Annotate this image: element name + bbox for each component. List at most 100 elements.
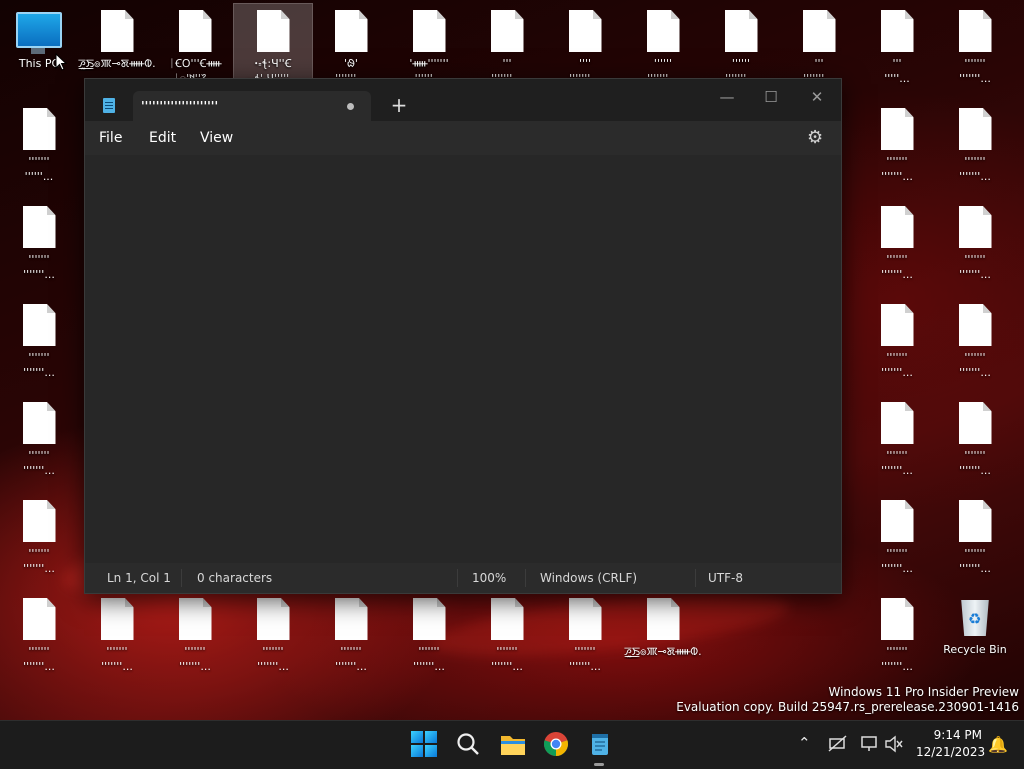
desktop-icon-file[interactable]: ꞌꞌꞌꞌꞌꞌꞌ ꞌꞌꞌꞌꞌꞌꞌ... <box>858 298 936 392</box>
file-icon <box>22 206 56 248</box>
desktop-icon-file[interactable]: ꯍꯨ꯭ꯏ๏ꯄ⊸ꯗᚔᱵ... <box>624 592 702 686</box>
desktop-icon-label: ꞌꞌꞌꞌꞌꞌꞌ ꞌꞌꞌꞌꞌꞌꞌ... <box>881 547 913 575</box>
file-icon <box>880 598 914 640</box>
status-divider <box>525 569 526 587</box>
text-editor-area[interactable] <box>85 155 841 563</box>
encoding[interactable]: UTF-8 <box>708 571 743 585</box>
desktop-icon-file[interactable]: ꞌꞌꞌꞌꞌꞌꞌ ꞌꞌꞌꞌꞌꞌꞌ... <box>936 4 1014 98</box>
file-explorer-button[interactable] <box>499 731 527 759</box>
desktop-icon-label: ꞌꞌꞌꞌꞌꞌꞌ ꞌꞌꞌꞌꞌꞌꞌ... <box>413 645 445 673</box>
menu-view[interactable]: View <box>200 130 233 146</box>
desktop-icon-label: ꞌꞌꞌꞌꞌꞌꞌ ꞌꞌꞌꞌꞌꞌꞌ... <box>959 57 991 85</box>
file-icon <box>568 10 602 52</box>
file-icon <box>880 500 914 542</box>
folder-icon <box>501 736 525 755</box>
desktop-icon-label: ꞌꞌꞌꞌꞌꞌꞌ ꞌꞌꞌꞌꞌꞌꞌ... <box>881 449 913 477</box>
desktop-icon-file[interactable]: ꞌꞌꞌꞌꞌꞌꞌ ꞌꞌꞌꞌꞌꞌꞌ... <box>858 396 936 490</box>
desktop-icon-label: ꞌꞌꞌꞌꞌꞌꞌ ꞌꞌꞌꞌꞌꞌꞌ... <box>23 351 55 379</box>
desktop-icon-file[interactable]: ꞌꞌꞌꞌꞌꞌꞌ ꞌꞌꞌꞌꞌꞌꞌ... <box>858 200 936 294</box>
file-icon <box>958 206 992 248</box>
desktop-icon-this-pc[interactable]: This PC <box>0 4 78 98</box>
menu-file[interactable]: File <box>99 130 122 146</box>
desktop-icon-file[interactable]: ꞌꞌꞌꞌꞌꞌꞌ ꞌꞌꞌꞌꞌꞌꞌ... <box>312 592 390 686</box>
new-tab-button[interactable]: + <box>389 93 409 117</box>
file-icon <box>646 598 680 640</box>
document-tab[interactable]: ꞌꞌꞌꞌꞌꞌꞌꞌꞌꞌꞌꞌꞌꞌꞌꞌꞌꞌꞌꞌꞌ <box>133 91 371 123</box>
file-icon <box>958 108 992 150</box>
system-clock[interactable]: 9:14 PM 12/21/2023 <box>916 727 986 761</box>
recycle-bin-icon: ♻ <box>961 600 989 636</box>
settings-gear-icon[interactable]: ⚙ <box>807 127 823 148</box>
clock-date: 12/21/2023 <box>916 745 986 759</box>
search-button[interactable] <box>455 731 483 759</box>
title-bar[interactable]: ꞌꞌꞌꞌꞌꞌꞌꞌꞌꞌꞌꞌꞌꞌꞌꞌꞌꞌꞌꞌꞌ + — ☐ ✕ <box>85 79 841 123</box>
desktop-icon-file[interactable]: ꞌꞌꞌꞌꞌꞌꞌ ꞌꞌꞌꞌꞌꞌ... <box>0 102 78 196</box>
status-divider <box>457 569 458 587</box>
file-icon <box>880 402 914 444</box>
file-icon <box>880 304 914 346</box>
desktop-icon-label: ꞌꞌꞌꞌꞌꞌꞌ ꞌꞌꞌꞌꞌꞌꞌ... <box>959 253 991 281</box>
desktop-icon-file[interactable]: ꞌꞌꞌꞌꞌꞌꞌ ꞌꞌꞌꞌꞌꞌꞌ... <box>936 200 1014 294</box>
file-icon <box>958 304 992 346</box>
desktop-icon-label: ꞌꞌꞌꞌꞌꞌꞌ ꞌꞌꞌꞌꞌꞌꞌ... <box>23 645 55 673</box>
line-endings[interactable]: Windows (CRLF) <box>540 571 637 585</box>
cursor-position: Ln 1, Col 1 <box>107 571 171 585</box>
minimize-button[interactable]: — <box>707 83 747 111</box>
network-disconnected-icon[interactable] <box>828 735 848 753</box>
notepad-taskbar-button[interactable] <box>587 731 615 759</box>
desktop-icon-file[interactable]: ꞌꞌꞌꞌꞌꞌꞌ ꞌꞌꞌꞌꞌꞌꞌ... <box>858 592 936 686</box>
character-count: 0 characters <box>197 571 273 585</box>
desktop-icon-file[interactable]: ꞌꞌꞌꞌꞌꞌꞌ ꞌꞌꞌꞌꞌꞌꞌ... <box>0 494 78 588</box>
desktop-icon-label: ꯍꯨ꯭ꯏ๏ꯄ⊸ꯗᚔᱵ... <box>624 645 702 658</box>
desktop-icon-label: ꞌꞌꞌꞌꞌꞌꞌ ꞌꞌꞌꞌꞌꞌꞌ... <box>959 351 991 379</box>
maximize-button[interactable]: ☐ <box>751 83 791 111</box>
unsaved-dot-icon[interactable] <box>347 103 354 110</box>
tab-title: ꞌꞌꞌꞌꞌꞌꞌꞌꞌꞌꞌꞌꞌꞌꞌꞌꞌꞌꞌꞌꞌ <box>141 99 219 113</box>
desktop-icon-file[interactable]: ꞌꞌꞌꞌꞌꞌꞌ ꞌꞌꞌꞌꞌꞌꞌ... <box>78 592 156 686</box>
show-hidden-icons-chevron-icon[interactable]: ⌃ <box>798 734 811 752</box>
desktop-icon-label: ꞌꞌꞌꞌꞌꞌꞌ ꞌꞌꞌꞌꞌꞌꞌ... <box>959 547 991 575</box>
desktop-icon-file[interactable]: ꞌꞌꞌꞌꞌꞌꞌ ꞌꞌꞌꞌꞌꞌꞌ... <box>858 494 936 588</box>
notification-bell-icon[interactable]: 🔔 <box>988 735 1008 754</box>
desktop-icon-file[interactable]: ꞌꞌꞌꞌꞌꞌꞌ ꞌꞌꞌꞌꞌꞌꞌ... <box>156 592 234 686</box>
desktop-icon-file[interactable]: ꞌꞌꞌꞌꞌꞌꞌ ꞌꞌꞌꞌꞌꞌꞌ... <box>936 102 1014 196</box>
display-icon[interactable] <box>860 735 880 753</box>
desktop-icon-file[interactable]: ꞌꞌꞌꞌꞌꞌꞌ ꞌꞌꞌꞌꞌꞌꞌ... <box>858 102 936 196</box>
desktop-icon-file[interactable]: ꞌꞌꞌ ꞌꞌꞌꞌꞌ... <box>858 4 936 98</box>
file-icon <box>412 10 446 52</box>
desktop-icon-label: ꞌꞌꞌꞌꞌꞌꞌ ꞌꞌꞌꞌꞌꞌꞌ... <box>569 645 601 673</box>
desktop-icon-file[interactable]: ꞌꞌꞌꞌꞌꞌꞌ ꞌꞌꞌꞌꞌꞌꞌ... <box>936 396 1014 490</box>
desktop-icon-file[interactable]: ꞌꞌꞌꞌꞌꞌꞌ ꞌꞌꞌꞌꞌꞌꞌ... <box>936 298 1014 392</box>
desktop-icon-file[interactable]: ꞌꞌꞌꞌꞌꞌꞌ ꞌꞌꞌꞌꞌꞌꞌ... <box>0 396 78 490</box>
desktop-icon-file[interactable]: ꞌꞌꞌꞌꞌꞌꞌ ꞌꞌꞌꞌꞌꞌꞌ... <box>468 592 546 686</box>
close-button[interactable]: ✕ <box>797 83 837 111</box>
desktop-icon-label: ꞌꞌꞌꞌꞌꞌꞌ ꞌꞌꞌꞌꞌꞌꞌ... <box>23 449 55 477</box>
file-icon <box>958 10 992 52</box>
desktop-icon-file[interactable]: ꞌꞌꞌꞌꞌꞌꞌ ꞌꞌꞌꞌꞌꞌꞌ... <box>546 592 624 686</box>
file-icon <box>178 598 212 640</box>
desktop-icon-file[interactable]: ꞌꞌꞌꞌꞌꞌꞌ ꞌꞌꞌꞌꞌꞌꞌ... <box>0 592 78 686</box>
desktop-icon-label: ꞌꞌꞌꞌꞌꞌꞌ ꞌꞌꞌꞌꞌꞌꞌ... <box>881 351 913 379</box>
desktop-icon-file[interactable]: ꞌꞌꞌꞌꞌꞌꞌ ꞌꞌꞌꞌꞌꞌꞌ... <box>0 200 78 294</box>
file-icon <box>178 10 212 52</box>
notepad-window: ꞌꞌꞌꞌꞌꞌꞌꞌꞌꞌꞌꞌꞌꞌꞌꞌꞌꞌꞌꞌꞌ + — ☐ ✕ File Edit … <box>84 78 842 594</box>
file-icon <box>100 10 134 52</box>
notepad-app-icon <box>103 98 115 113</box>
desktop-icon-label: ꞌꞌꞌꞌꞌꞌꞌ ꞌꞌꞌꞌꞌꞌꞌ... <box>23 547 55 575</box>
desktop-icon-label: ꞌꞌꞌꞌꞌꞌꞌ ꞌꞌꞌꞌꞌꞌꞌ... <box>959 449 991 477</box>
desktop-icon-file[interactable]: ꞌꞌꞌꞌꞌꞌꞌ ꞌꞌꞌꞌꞌꞌꞌ... <box>936 494 1014 588</box>
desktop-icon-file[interactable]: ꞌꞌꞌꞌꞌꞌꞌ ꞌꞌꞌꞌꞌꞌꞌ... <box>0 298 78 392</box>
windows-logo-icon <box>411 731 437 757</box>
start-button[interactable] <box>411 731 439 759</box>
desktop-icon-file[interactable]: ꞌꞌꞌꞌꞌꞌꞌ ꞌꞌꞌꞌꞌꞌꞌ... <box>234 592 312 686</box>
speaker-muted-icon[interactable] <box>884 735 904 753</box>
zoom-level[interactable]: 100% <box>472 571 506 585</box>
file-icon <box>880 10 914 52</box>
chrome-icon <box>543 732 568 756</box>
menu-edit[interactable]: Edit <box>149 130 176 146</box>
file-icon <box>256 10 290 52</box>
file-icon <box>334 598 368 640</box>
chrome-button[interactable] <box>543 731 571 759</box>
desktop-icon-recycle-bin[interactable]: ♻ Recycle Bin <box>936 592 1014 686</box>
desktop-icon-file[interactable]: ꞌꞌꞌꞌꞌꞌꞌ ꞌꞌꞌꞌꞌꞌꞌ... <box>390 592 468 686</box>
